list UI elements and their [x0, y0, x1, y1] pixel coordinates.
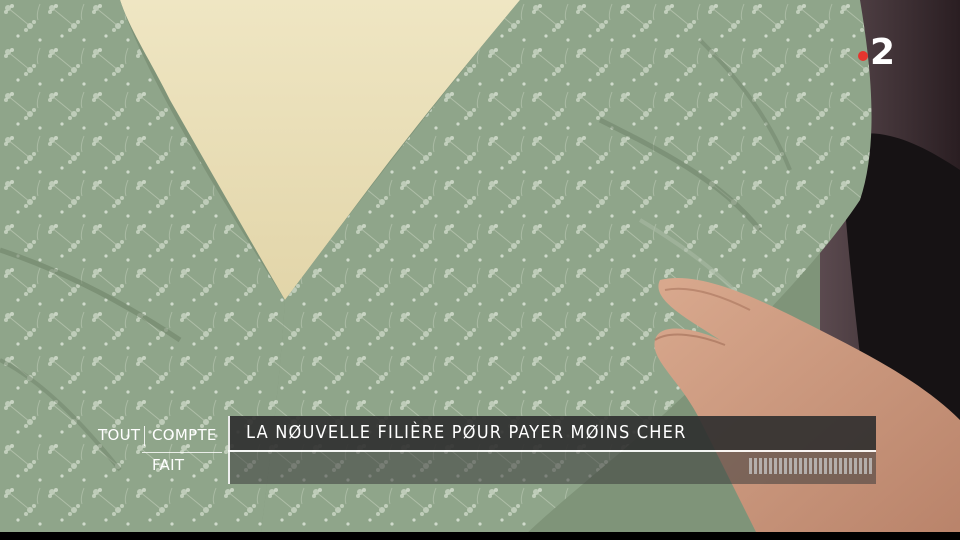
show-tag-separator	[144, 426, 145, 446]
show-tag-rule	[142, 452, 222, 453]
show-tag-word-tout: TOUT	[98, 426, 141, 444]
letterbox-bar	[0, 532, 960, 540]
channel-logo-dot	[858, 51, 868, 61]
show-tag-word-fait: FAIT	[152, 456, 185, 474]
show-tag-word-compte: COMPTE	[152, 426, 217, 444]
lower-third-divider	[228, 450, 876, 452]
show-tag: TOUT COMPTE FAIT	[94, 420, 224, 486]
headline: LA NØUVELLE FILIÈRE PØUR PAYER MØINS CHE…	[246, 422, 687, 443]
channel-logo: 2	[858, 30, 908, 76]
decorative-ticks	[749, 458, 872, 474]
lower-third: LA NØUVELLE FILIÈRE PØUR PAYER MØINS CHE…	[228, 416, 876, 484]
channel-logo-number: 2	[870, 32, 896, 73]
